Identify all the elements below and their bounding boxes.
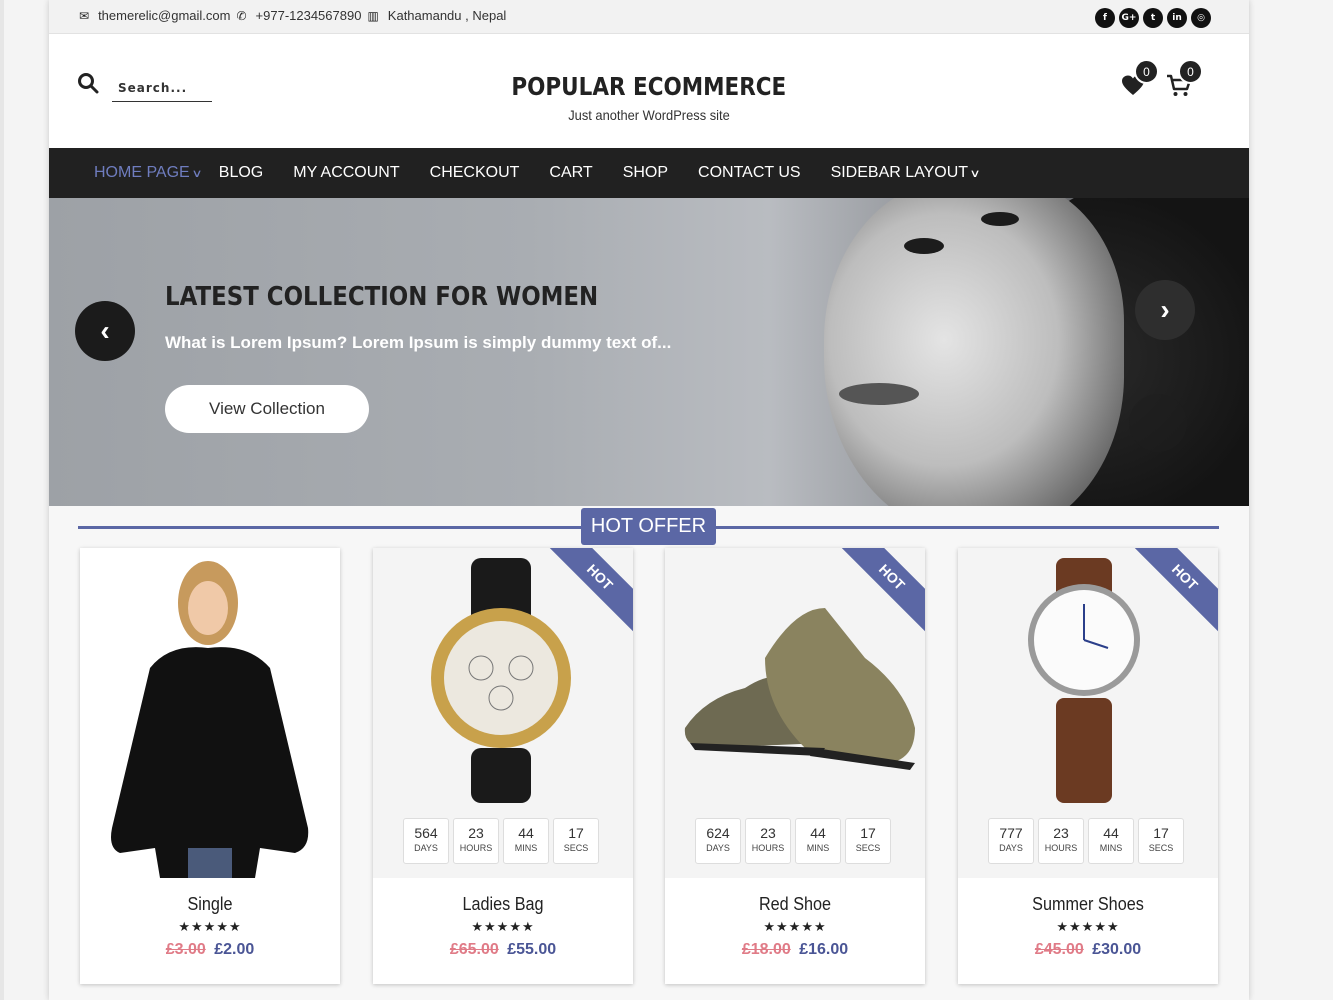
sale-price: £16.00 <box>799 941 849 958</box>
hero-subtitle: What is Lorem Ipsum? Lorem Ipsum is simp… <box>165 333 672 352</box>
slider-dot[interactable] <box>1129 394 1187 452</box>
nav-item-label: SIDEBAR LAYOUT <box>830 164 969 181</box>
product-card[interactable]: HOT 777 DAYS 23 HOURS 44 MINS 17 SECS Summer… <box>958 548 1218 984</box>
cart-count-badge: 0 <box>1178 59 1203 84</box>
hero-image-detail <box>904 238 944 254</box>
product-name[interactable]: Single <box>93 894 327 915</box>
sale-price: £55.00 <box>507 941 557 958</box>
timer-hours: 23 HOURS <box>1038 818 1084 864</box>
chevron-down-icon: ∨ <box>191 167 203 180</box>
view-collection-button[interactable]: View Collection <box>165 385 369 433</box>
twitter-icon[interactable]: t <box>1143 8 1163 28</box>
old-price: £65.00 <box>449 941 499 958</box>
product-price: £18.00 £16.00 <box>665 941 925 959</box>
timer-hours: 23 HOURS <box>745 818 791 864</box>
product-price: £3.00 £2.00 <box>80 941 340 959</box>
main-navigation: HOME PAGE ∨ BLOG MY ACCOUNT CHECKOUT CAR… <box>49 148 1249 198</box>
timer-secs: 17 SECS <box>1138 818 1184 864</box>
hero-title: LATEST COLLECTION FOR WOMEN <box>165 282 599 312</box>
product-image[interactable]: HOT 564 DAYS 23 HOURS 44 MINS 17 SECS <box>373 548 633 878</box>
countdown-timer: 777 DAYS 23 HOURS 44 MINS 17 SECS <box>988 818 1184 864</box>
product-image-blouse <box>111 561 309 878</box>
slider-prev-arrow-icon[interactable]: ‹ <box>75 301 135 361</box>
product-price: £65.00 £55.00 <box>373 941 633 959</box>
site-title[interactable]: POPULAR ECOMMERCE <box>512 72 787 101</box>
linkedin-icon[interactable]: in <box>1167 8 1187 28</box>
hero-slider: LATEST COLLECTION FOR WOMEN What is Lore… <box>49 198 1249 506</box>
product-image[interactable] <box>80 548 340 878</box>
hero-image-detail <box>981 212 1019 226</box>
sale-price: £30.00 <box>1092 941 1142 958</box>
timer-days: 777 DAYS <box>988 818 1034 864</box>
nav-item-home-page[interactable]: HOME PAGE ∨ <box>94 164 203 182</box>
product-name[interactable]: Red Shoe <box>678 894 912 915</box>
product-info: Summer Shoes ★★★★★ £45.00 £30.00 <box>958 878 1218 984</box>
site-tagline: Just another WordPress site <box>568 107 730 123</box>
page-container: ✉ themerelic@gmail.com ✆ +977-1234567890… <box>49 0 1249 1000</box>
nav-item-blog[interactable]: BLOG <box>219 164 263 182</box>
contact-phone[interactable]: +977-1234567890 <box>256 8 362 23</box>
product-image[interactable]: HOT 624 DAYS 23 HOURS 44 MINS 17 SECS <box>665 548 925 878</box>
hero-image-face <box>824 198 1124 506</box>
rating-stars-icon: ★★★★★ <box>471 919 535 934</box>
google-plus-icon[interactable]: G+ <box>1119 8 1139 28</box>
product-info: Single ★★★★★ £3.00 £2.00 <box>80 878 340 984</box>
product-card[interactable]: Single ★★★★★ £3.00 £2.00 <box>80 548 340 984</box>
instagram-icon[interactable]: ◎ <box>1191 8 1211 28</box>
product-info: Ladies Bag ★★★★★ £65.00 £55.00 <box>373 878 633 984</box>
old-price: £18.00 <box>741 941 791 958</box>
nav-item-cart[interactable]: CART <box>549 164 592 182</box>
timer-mins: 44 MINS <box>1088 818 1134 864</box>
countdown-timer: 564 DAYS 23 HOURS 44 MINS 17 SECS <box>403 818 599 864</box>
top-bar: ✉ themerelic@gmail.com ✆ +977-1234567890… <box>49 0 1249 34</box>
old-price: £3.00 <box>165 941 206 958</box>
timer-secs: 17 SECS <box>845 818 891 864</box>
countdown-timer: 624 DAYS 23 HOURS 44 MINS 17 SECS <box>695 818 891 864</box>
page-gutter <box>0 0 4 1000</box>
timer-mins: 44 MINS <box>795 818 841 864</box>
product-image[interactable]: HOT 777 DAYS 23 HOURS 44 MINS 17 SECS <box>958 548 1218 878</box>
nav-item-shop[interactable]: SHOP <box>623 164 668 182</box>
nav-item-my-account[interactable]: MY ACCOUNT <box>293 164 399 182</box>
old-price: £45.00 <box>1034 941 1084 958</box>
product-card[interactable]: HOT 624 DAYS 23 HOURS 44 MINS 17 SECS Red Sh… <box>665 548 925 984</box>
map-icon: ▥ <box>367 8 379 23</box>
slider-next-arrow-icon[interactable]: › <box>1135 280 1195 340</box>
product-card[interactable]: HOT 564 DAYS 23 HOURS 44 MINS 17 SECS Ladies… <box>373 548 633 984</box>
site-header: POPULAR ECOMMERCE Just another WordPress… <box>49 34 1249 148</box>
envelope-icon: ✉ <box>79 8 90 23</box>
chevron-down-icon: ∨ <box>969 167 981 180</box>
nav-item-sidebar-layout[interactable]: SIDEBAR LAYOUT ∨ <box>830 164 981 182</box>
rating-stars-icon: ★★★★★ <box>1056 919 1120 934</box>
phone-icon: ✆ <box>236 8 247 23</box>
product-name[interactable]: Ladies Bag <box>386 894 620 915</box>
timer-secs: 17 SECS <box>553 818 599 864</box>
hero-image-detail <box>839 383 919 405</box>
sale-price: £2.00 <box>214 941 255 958</box>
contact-email[interactable]: themerelic@gmail.com <box>98 8 230 23</box>
timer-hours: 23 HOURS <box>453 818 499 864</box>
timer-mins: 44 MINS <box>503 818 549 864</box>
contact-info: ✉ themerelic@gmail.com ✆ +977-1234567890… <box>79 8 506 23</box>
product-name[interactable]: Summer Shoes <box>971 894 1205 915</box>
wishlist-count-badge: 0 <box>1134 59 1159 84</box>
facebook-icon[interactable]: f <box>1095 8 1115 28</box>
nav-item-label: HOME PAGE <box>94 164 190 181</box>
nav-item-contact-us[interactable]: CONTACT US <box>698 164 801 182</box>
timer-days: 624 DAYS <box>695 818 741 864</box>
nav-item-checkout[interactable]: CHECKOUT <box>430 164 520 182</box>
rating-stars-icon: ★★★★★ <box>178 919 242 934</box>
section-title: HOT OFFER <box>581 508 716 545</box>
product-info: Red Shoe ★★★★★ £18.00 £16.00 <box>665 878 925 984</box>
social-links: f G+ t in ◎ <box>1095 8 1211 28</box>
timer-days: 564 DAYS <box>403 818 449 864</box>
contact-location: Kathamandu , Nepal <box>387 8 507 23</box>
rating-stars-icon: ★★★★★ <box>763 919 827 934</box>
product-price: £45.00 £30.00 <box>958 941 1218 959</box>
site-branding: POPULAR ECOMMERCE Just another WordPress… <box>49 72 1249 123</box>
